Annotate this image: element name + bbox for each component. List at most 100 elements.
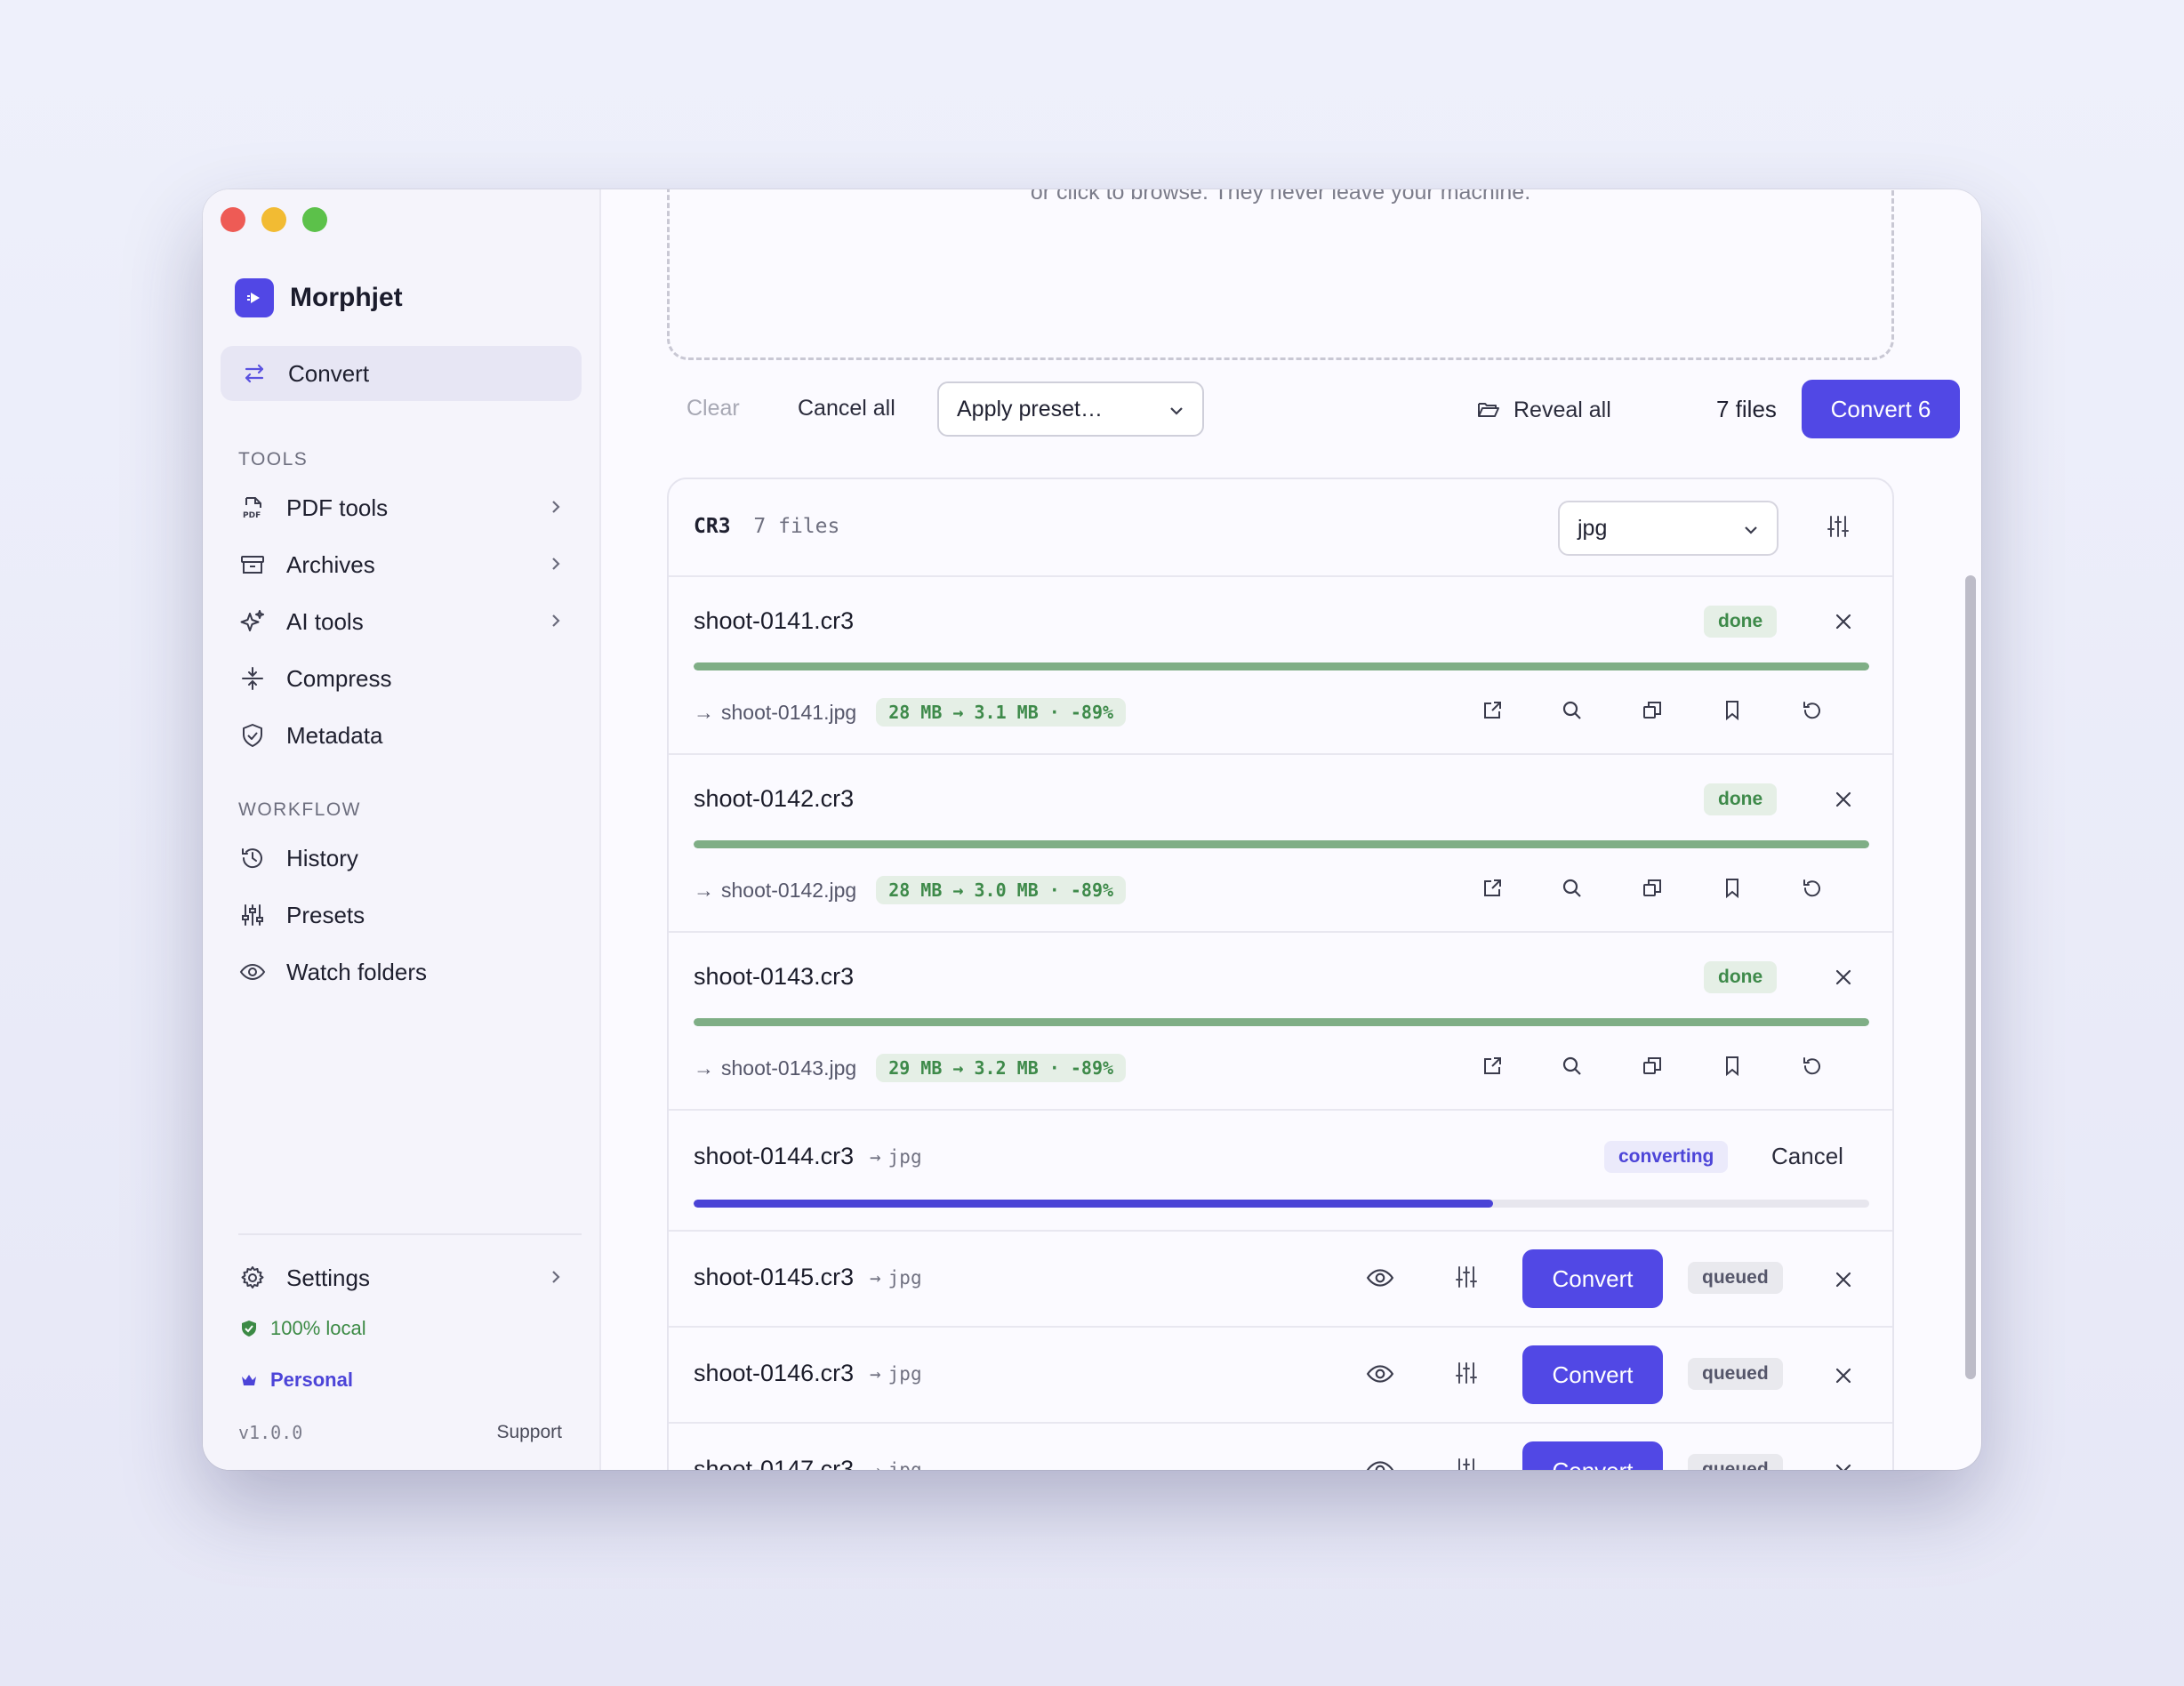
file-group-panel: CR3 7 files jpg shoot-0141.cr3 done → sh… xyxy=(667,478,1894,1470)
bookmark-icon[interactable] xyxy=(1716,1050,1748,1082)
file-name: shoot-0143.cr3 xyxy=(694,963,855,990)
output-file-name[interactable]: shoot-0142.jpg xyxy=(721,879,856,903)
drop-zone-hint: or click to browse. They never leave you… xyxy=(1030,189,1531,205)
target-format-select[interactable]: jpg xyxy=(1558,501,1779,556)
copy-icon[interactable] xyxy=(1636,1050,1668,1082)
sidebar-item-convert[interactable]: Convert xyxy=(221,346,582,401)
chevron-right-icon xyxy=(546,611,566,635)
size-stats: 29 MB → 3.2 MB · -89% xyxy=(876,1054,1127,1082)
undo-icon[interactable] xyxy=(1796,1050,1828,1082)
sparkle-icon xyxy=(238,607,267,636)
apply-preset-select[interactable]: Apply preset… xyxy=(937,381,1204,437)
cancel-file-button[interactable]: Cancel xyxy=(1771,1143,1843,1170)
open-external-icon[interactable] xyxy=(1476,694,1508,727)
main-content: or click to browse. They never leave you… xyxy=(601,189,1981,1470)
bookmark-icon[interactable] xyxy=(1716,872,1748,904)
bookmark-icon[interactable] xyxy=(1716,694,1748,727)
svg-text:PDF: PDF xyxy=(243,511,261,520)
sidebar-item-ai-tools[interactable]: AI tools xyxy=(238,598,566,645)
target-format-label: jpg xyxy=(887,1363,922,1385)
sidebar-item-settings[interactable]: Settings xyxy=(238,1255,566,1301)
group-settings-icon[interactable] xyxy=(1825,513,1851,544)
preview-eye-icon[interactable] xyxy=(1366,1456,1394,1470)
output-file-name[interactable]: shoot-0141.jpg xyxy=(721,701,856,725)
remove-file-button[interactable] xyxy=(1830,608,1857,635)
sidebar-item-history[interactable]: History xyxy=(238,835,566,881)
file-name: shoot-0141.cr3 xyxy=(694,607,855,634)
file-name: shoot-0145.cr3 xyxy=(694,1264,855,1290)
drop-zone[interactable]: or click to browse. They never leave you… xyxy=(667,189,1894,360)
file-group-header: CR3 7 files jpg xyxy=(669,479,1892,577)
minimize-window-button[interactable] xyxy=(261,207,286,232)
open-external-icon[interactable] xyxy=(1476,1050,1508,1082)
close-window-button[interactable] xyxy=(221,207,245,232)
reveal-all-button[interactable]: Reveal all xyxy=(1474,396,1611,424)
sidebar-item-presets[interactable]: Presets xyxy=(238,892,566,938)
chevron-right-icon xyxy=(546,497,566,521)
search-icon[interactable] xyxy=(1556,872,1588,904)
copy-icon[interactable] xyxy=(1636,694,1668,727)
search-icon[interactable] xyxy=(1556,1050,1588,1082)
target-format: → jpg xyxy=(870,1363,922,1385)
convert-file-button[interactable]: Convert xyxy=(1522,1441,1663,1470)
sliders-icon xyxy=(238,901,267,929)
sidebar-item-watch-folders[interactable]: Watch folders xyxy=(238,949,566,995)
file-settings-icon[interactable] xyxy=(1453,1456,1480,1470)
chevron-right-icon xyxy=(546,1267,566,1291)
remove-file-button[interactable] xyxy=(1830,1458,1857,1470)
file-count: 7 files xyxy=(1716,396,1777,422)
folder-open-icon xyxy=(1474,396,1503,424)
undo-icon[interactable] xyxy=(1796,694,1828,727)
cancel-all-button[interactable]: Cancel all xyxy=(798,396,895,422)
output-info: → shoot-0143.jpg 29 MB → 3.2 MB · -89% xyxy=(694,1054,1127,1082)
plan-label: Personal xyxy=(270,1369,353,1391)
progress-bar xyxy=(694,840,1869,848)
remove-file-button[interactable] xyxy=(1830,964,1857,991)
remove-file-button[interactable] xyxy=(1830,1362,1857,1389)
plan-badge[interactable]: Personal xyxy=(238,1369,353,1392)
convert-file-button[interactable]: Convert xyxy=(1522,1249,1663,1308)
status-badge: queued xyxy=(1688,1454,1783,1470)
sidebar-item-metadata[interactable]: Metadata xyxy=(238,712,566,759)
maximize-window-button[interactable] xyxy=(302,207,327,232)
arrows-swap-icon xyxy=(240,359,269,388)
eye-icon xyxy=(238,958,267,986)
sidebar-item-pdf-tools[interactable]: PDF PDF tools xyxy=(238,485,566,531)
copy-icon[interactable] xyxy=(1636,872,1668,904)
app-logo-icon xyxy=(235,278,274,317)
remove-file-button[interactable] xyxy=(1830,786,1857,813)
app-window: Morphjet Convert TOOLS PDF PDF tools Arc… xyxy=(203,189,1981,1470)
remove-file-button[interactable] xyxy=(1830,1266,1857,1293)
group-format: CR3 7 files xyxy=(694,515,839,538)
chevron-down-icon xyxy=(1741,520,1761,546)
file-row-queued: shoot-0147.cr3 → jpg Convert queued xyxy=(669,1424,1892,1470)
preview-eye-icon[interactable] xyxy=(1366,1264,1394,1297)
search-icon[interactable] xyxy=(1556,694,1588,727)
output-info: → shoot-0142.jpg 28 MB → 3.0 MB · -89% xyxy=(694,876,1127,904)
arrow-right-icon: → xyxy=(870,1146,881,1168)
scrollbar-thumb[interactable] xyxy=(1965,575,1976,1379)
preview-eye-icon[interactable] xyxy=(1366,1360,1394,1393)
convert-file-button[interactable]: Convert xyxy=(1522,1345,1663,1404)
output-file-name[interactable]: shoot-0143.jpg xyxy=(721,1056,856,1080)
open-external-icon[interactable] xyxy=(1476,872,1508,904)
target-format-label: jpg xyxy=(887,1267,922,1289)
brand: Morphjet xyxy=(235,278,403,317)
sidebar-item-compress[interactable]: Compress xyxy=(238,655,566,702)
target-format: → jpg xyxy=(870,1267,922,1289)
window-controls xyxy=(221,207,327,232)
version-label: v1.0.0 xyxy=(238,1422,303,1443)
file-settings-icon[interactable] xyxy=(1453,1360,1480,1391)
group-file-count: 7 files xyxy=(753,515,840,538)
sidebar-item-label: History xyxy=(286,844,358,871)
support-link[interactable]: Support xyxy=(496,1422,562,1443)
file-name: shoot-0142.cr3 xyxy=(694,785,855,812)
file-row-converting: shoot-0144.cr3 → jpg converting Cancel xyxy=(669,1111,1892,1232)
sidebar-item-archives[interactable]: Archives xyxy=(238,542,566,588)
convert-all-button[interactable]: Convert 6 xyxy=(1802,380,1960,438)
file-row-queued: shoot-0145.cr3 → jpg Convert queued xyxy=(669,1232,1892,1328)
file-settings-icon[interactable] xyxy=(1453,1264,1480,1295)
progress-bar xyxy=(694,662,1869,670)
clear-button[interactable]: Clear xyxy=(687,396,740,422)
undo-icon[interactable] xyxy=(1796,872,1828,904)
